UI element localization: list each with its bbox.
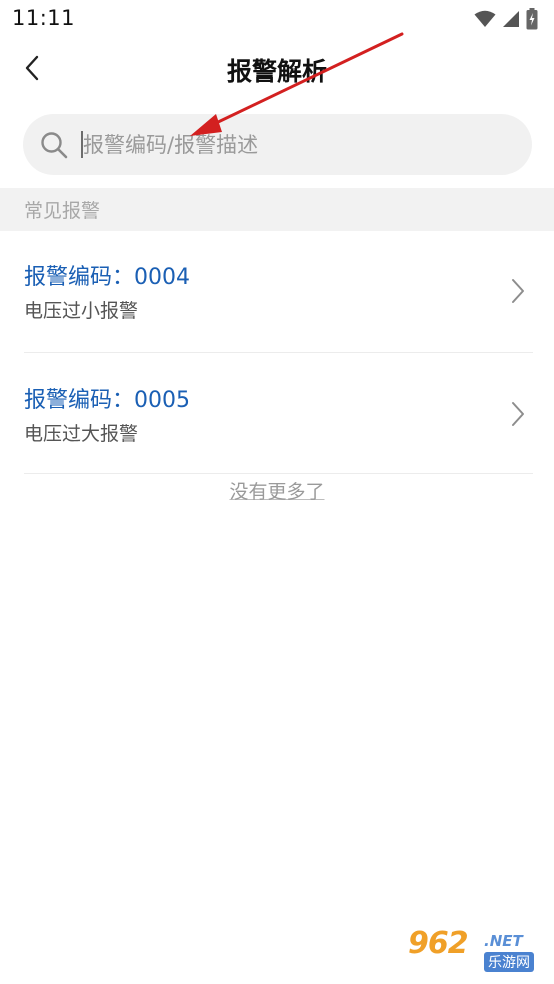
search-box[interactable] bbox=[23, 114, 532, 175]
alarm-code: 报警编码：0004 bbox=[24, 265, 190, 290]
app-header: 报警解析 bbox=[0, 38, 554, 102]
watermark-domain: .NET bbox=[484, 932, 523, 950]
chevron-right-icon bbox=[510, 278, 526, 304]
chevron-right-icon bbox=[510, 401, 526, 427]
section-header: 常见报警 bbox=[0, 188, 554, 231]
status-time: 11:11 bbox=[12, 6, 76, 30]
list-divider bbox=[24, 473, 533, 474]
signal-icon bbox=[502, 10, 520, 28]
alarm-list-item[interactable]: 报警编码：0005 电压过大报警 bbox=[0, 354, 554, 476]
alarm-code: 报警编码：0005 bbox=[24, 388, 190, 413]
status-icons bbox=[474, 8, 538, 30]
watermark-logo: 962 .NET 乐游网 bbox=[406, 926, 546, 978]
section-title: 常见报警 bbox=[24, 200, 101, 222]
no-more-text: 没有更多了 bbox=[229, 481, 325, 503]
status-bar: 11:11 bbox=[0, 0, 554, 38]
battery-charging-icon bbox=[526, 8, 538, 30]
search-icon bbox=[39, 130, 69, 160]
alarm-description: 电压过大报警 bbox=[24, 423, 139, 445]
watermark-brand: 962 bbox=[408, 926, 469, 961]
alarm-list-item[interactable]: 报警编码：0004 电压过小报警 bbox=[0, 231, 554, 353]
wifi-icon bbox=[474, 10, 496, 28]
search-input[interactable] bbox=[83, 114, 503, 175]
alarm-description: 电压过小报警 bbox=[24, 300, 139, 322]
list-divider bbox=[24, 352, 533, 353]
watermark-cn: 乐游网 bbox=[484, 952, 534, 972]
page-title: 报警解析 bbox=[226, 57, 327, 86]
